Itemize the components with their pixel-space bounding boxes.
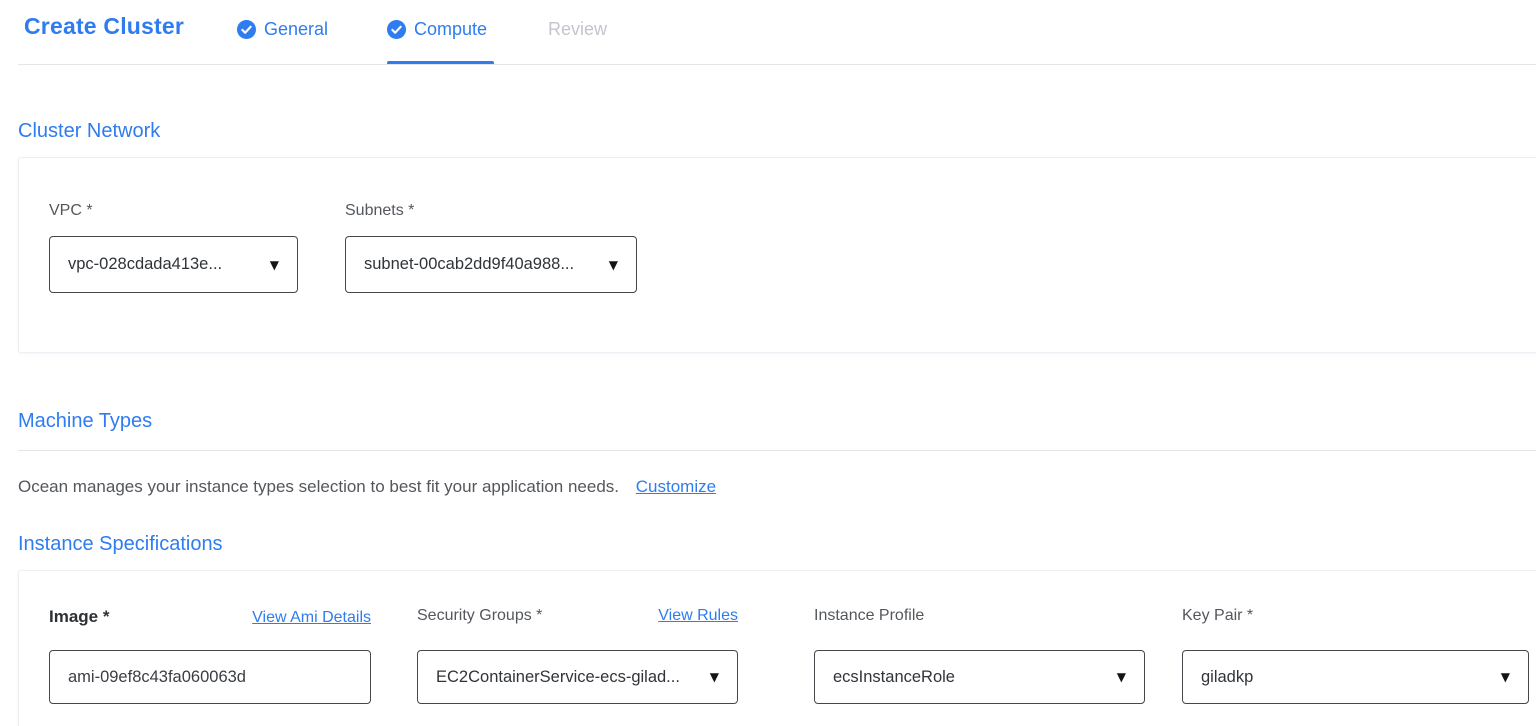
vpc-selected-value: vpc-028cdada413e... [68, 255, 222, 274]
tab-review[interactable]: Review [548, 14, 607, 44]
section-title-instance-specifications: Instance Specifications [18, 533, 223, 556]
vpc-label: VPC * [49, 202, 93, 220]
chevron-down-icon: ▼ [609, 258, 618, 272]
vpc-field: VPC * vpc-028cdada413e... ▼ [49, 202, 298, 220]
vpc-select[interactable]: vpc-028cdada413e... ▼ [49, 236, 298, 293]
image-field: Image * View Ami Details [49, 607, 371, 627]
security-groups-selected-value: EC2ContainerService-ecs-gilad... [436, 668, 680, 687]
wizard-header: Create Cluster General Compute Review [0, 0, 1536, 65]
security-groups-field: Security Groups * View Rules EC2Containe… [417, 607, 738, 625]
chevron-down-icon: ▼ [270, 258, 279, 272]
tab-general[interactable]: General [237, 14, 328, 44]
instance-profile-selected-value: ecsInstanceRole [833, 668, 955, 687]
header-divider [18, 64, 1536, 65]
cluster-network-card: VPC * vpc-028cdada413e... ▼ Subnets * su… [18, 157, 1536, 353]
instance-profile-field: Instance Profile ecsInstanceRole ▼ [814, 607, 1145, 625]
chevron-down-icon: ▼ [1117, 670, 1126, 684]
view-rules-link[interactable]: View Rules [658, 607, 738, 625]
section-title-machine-types: Machine Types [18, 410, 152, 433]
customize-link[interactable]: Customize [636, 477, 716, 496]
create-cluster-page: Create Cluster General Compute Review [0, 0, 1536, 726]
subnets-select[interactable]: subnet-00cab2dd9f40a988... ▼ [345, 236, 637, 293]
chevron-down-icon: ▼ [710, 670, 719, 684]
key-pair-field: Key Pair * giladkp ▼ [1182, 607, 1529, 625]
tab-general-label: General [264, 19, 328, 40]
page-title: Create Cluster [24, 13, 184, 40]
machine-types-description-text: Ocean manages your instance types select… [18, 477, 619, 496]
security-groups-label: Security Groups * [417, 607, 542, 625]
check-circle-icon [387, 20, 406, 39]
key-pair-label: Key Pair * [1182, 607, 1253, 625]
key-pair-select[interactable]: giladkp ▼ [1182, 650, 1529, 704]
image-input[interactable] [68, 668, 352, 687]
tab-review-label: Review [548, 19, 607, 40]
machine-types-description: Ocean manages your instance types select… [18, 477, 716, 497]
view-ami-details-link[interactable]: View Ami Details [252, 609, 371, 627]
subnets-field: Subnets * subnet-00cab2dd9f40a988... ▼ [345, 202, 637, 220]
machine-types-divider [18, 450, 1536, 451]
instance-profile-label: Instance Profile [814, 607, 924, 625]
tab-compute-label: Compute [414, 19, 487, 40]
check-circle-icon [237, 20, 256, 39]
key-pair-selected-value: giladkp [1201, 668, 1253, 687]
image-label: Image * [49, 607, 109, 627]
tab-compute[interactable]: Compute [387, 14, 487, 44]
chevron-down-icon: ▼ [1501, 670, 1510, 684]
subnets-selected-value: subnet-00cab2dd9f40a988... [364, 255, 574, 274]
subnets-label: Subnets * [345, 202, 414, 220]
instance-specifications-card: Image * View Ami Details Security Groups… [18, 570, 1536, 726]
image-input-wrapper [49, 650, 371, 704]
instance-profile-select[interactable]: ecsInstanceRole ▼ [814, 650, 1145, 704]
security-groups-select[interactable]: EC2ContainerService-ecs-gilad... ▼ [417, 650, 738, 704]
section-title-cluster-network: Cluster Network [18, 120, 160, 143]
